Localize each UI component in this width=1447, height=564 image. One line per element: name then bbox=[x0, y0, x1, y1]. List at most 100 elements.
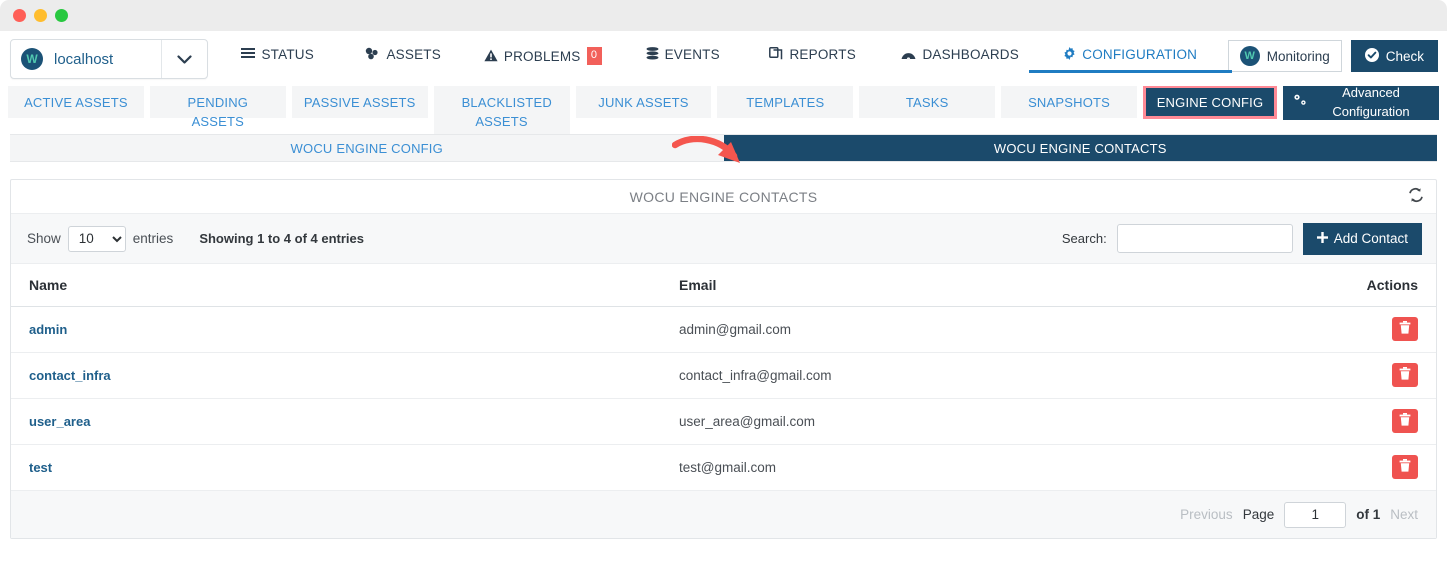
card-title: WOCU ENGINE CONTACTS bbox=[629, 188, 818, 205]
nav-item-dashboards[interactable]: DASHBOARDS bbox=[878, 47, 1043, 73]
window-minimize-button[interactable] bbox=[34, 9, 47, 22]
delete-contact-button[interactable] bbox=[1392, 363, 1418, 387]
nav-item-assets[interactable]: ASSETS bbox=[338, 47, 468, 73]
nav-item-label: EVENTS bbox=[664, 47, 720, 62]
show-label: Show bbox=[27, 231, 61, 246]
tab-pending-assets[interactable]: PENDING ASSETS bbox=[149, 86, 286, 129]
subtab-wocu-engine-config[interactable]: WOCU ENGINE CONFIG bbox=[10, 135, 724, 161]
table-row: user_area user_area@gmail.com bbox=[11, 398, 1436, 445]
nav-item-status[interactable]: STATUS bbox=[218, 47, 338, 73]
next-page-button[interactable]: Next bbox=[1390, 507, 1418, 522]
check-button[interactable]: Check bbox=[1350, 40, 1438, 72]
toolbar-right-group: Search: Add Contact bbox=[1062, 222, 1422, 255]
add-contact-button[interactable]: Add Contact bbox=[1302, 222, 1422, 255]
plus-icon bbox=[1316, 231, 1328, 246]
tab-tasks[interactable]: TASKS bbox=[859, 86, 996, 118]
tab-label: SNAPSHOTS bbox=[1028, 95, 1111, 110]
cell-actions bbox=[1329, 444, 1436, 491]
cell-name: admin bbox=[11, 306, 679, 353]
page-length-select[interactable]: 10 25 50 100 bbox=[67, 225, 126, 252]
contacts-table: Name Email Actions admin admin@gmail.com bbox=[11, 264, 1436, 491]
tab-junk-assets[interactable]: JUNK ASSETS bbox=[575, 86, 712, 118]
nav-item-label: ASSETS bbox=[386, 47, 441, 62]
nav-item-label: STATUS bbox=[261, 47, 314, 62]
table-head: Name Email Actions bbox=[11, 264, 1436, 307]
nav-item-label: PROBLEMS bbox=[503, 48, 581, 64]
database-icon bbox=[646, 47, 659, 62]
previous-page-button[interactable]: Previous bbox=[1180, 507, 1233, 522]
tab-blacklisted-assets[interactable]: BLACKLISTED ASSETS bbox=[433, 86, 570, 134]
warning-triangle-icon bbox=[484, 49, 498, 64]
contact-name-link[interactable]: user_area bbox=[29, 414, 90, 429]
window-titlebar bbox=[0, 0, 1447, 31]
card-header: WOCU ENGINE CONTACTS bbox=[11, 180, 1436, 214]
delete-contact-button[interactable] bbox=[1392, 455, 1418, 479]
page-length-group: Show 10 25 50 100 entries bbox=[27, 225, 174, 252]
search-input[interactable] bbox=[1116, 224, 1293, 253]
column-header-email[interactable]: Email bbox=[679, 264, 1329, 307]
tab-label: TASKS bbox=[905, 95, 949, 110]
cell-email: admin@gmail.com bbox=[679, 306, 1329, 353]
chevron-down-icon[interactable] bbox=[160, 40, 207, 78]
table-toolbar: Show 10 25 50 100 entries Showing 1 to 4… bbox=[11, 214, 1436, 264]
cell-name: contact_infra bbox=[11, 352, 679, 399]
column-header-actions: Actions bbox=[1329, 264, 1436, 307]
window-close-button[interactable] bbox=[13, 9, 26, 22]
contact-name-link[interactable]: admin bbox=[29, 322, 67, 337]
cell-name: user_area bbox=[11, 398, 679, 445]
engine-config-subtabs: WOCU ENGINE CONFIG WOCU ENGINE CONTACTS bbox=[10, 134, 1437, 162]
page-total-label: of 1 bbox=[1356, 507, 1381, 522]
tab-engine-config[interactable]: ENGINE CONFIG bbox=[1143, 85, 1277, 119]
table-row: admin admin@gmail.com bbox=[11, 306, 1436, 353]
trash-icon bbox=[1399, 459, 1411, 475]
org-selector[interactable]: localhost bbox=[10, 39, 208, 79]
nav-item-label: CONFIGURATION bbox=[1082, 47, 1198, 62]
contact-name-link[interactable]: test bbox=[29, 460, 52, 475]
tab-templates[interactable]: TEMPLATES bbox=[717, 86, 854, 118]
subtab-label: WOCU ENGINE CONFIG bbox=[290, 140, 443, 156]
tab-advanced-configuration[interactable]: Advanced Configuration bbox=[1283, 85, 1439, 120]
wocu-engine-contacts-card: WOCU ENGINE CONTACTS Show 10 25 50 100 e… bbox=[10, 179, 1437, 539]
problems-badge: 0 bbox=[586, 47, 602, 65]
page-label: Page bbox=[1242, 507, 1275, 522]
tab-label: ACTIVE ASSETS bbox=[24, 95, 128, 110]
main-navbar: localhost STATUS ASSETS PROBLEMS 0 bbox=[0, 31, 1447, 86]
window-maximize-button[interactable] bbox=[55, 9, 68, 22]
gear-icon bbox=[1063, 47, 1076, 62]
monitoring-button[interactable]: Monitoring bbox=[1227, 40, 1342, 72]
tab-label: BLACKLISTED ASSETS bbox=[461, 95, 552, 129]
entries-label: entries bbox=[132, 231, 174, 246]
configuration-tabstrip: ACTIVE ASSETS PENDING ASSETS PASSIVE ASS… bbox=[0, 85, 1447, 134]
page-number-input[interactable] bbox=[1284, 501, 1347, 528]
check-button-label: Check bbox=[1385, 48, 1424, 64]
nav-item-problems[interactable]: PROBLEMS 0 bbox=[468, 47, 618, 76]
contact-name-link[interactable]: contact_infra bbox=[29, 368, 111, 383]
dashboard-gauge-icon bbox=[901, 48, 916, 62]
org-selector-wrapper: localhost bbox=[0, 31, 218, 79]
column-header-name[interactable]: Name bbox=[11, 264, 679, 307]
table-header-row: Name Email Actions bbox=[11, 264, 1436, 307]
cell-actions bbox=[1329, 352, 1436, 399]
nav-item-reports[interactable]: REPORTS bbox=[748, 47, 878, 73]
table-pagination: Previous Page of 1 Next bbox=[11, 491, 1436, 538]
nav-item-configuration[interactable]: CONFIGURATION bbox=[1028, 47, 1232, 73]
subtab-wocu-engine-contacts[interactable]: WOCU ENGINE CONTACTS bbox=[723, 135, 1437, 161]
tab-snapshots[interactable]: SNAPSHOTS bbox=[1001, 86, 1137, 118]
nav-item-events[interactable]: EVENTS bbox=[618, 47, 748, 73]
wocu-logo-icon bbox=[1239, 46, 1260, 66]
table-row: test test@gmail.com bbox=[11, 444, 1436, 491]
refresh-sync-icon[interactable] bbox=[1408, 187, 1424, 207]
trash-icon bbox=[1399, 413, 1411, 429]
nav-item-label: DASHBOARDS bbox=[922, 47, 1019, 62]
list-bars-icon bbox=[241, 47, 256, 62]
cell-name: test bbox=[11, 444, 679, 491]
cell-email: user_area@gmail.com bbox=[679, 398, 1329, 445]
delete-contact-button[interactable] bbox=[1392, 317, 1418, 341]
tab-label: Advanced Configuration bbox=[1332, 85, 1410, 119]
tab-label: TEMPLATES bbox=[746, 95, 825, 110]
add-contact-label: Add Contact bbox=[1333, 231, 1408, 246]
tab-passive-assets[interactable]: PASSIVE ASSETS bbox=[291, 86, 428, 118]
delete-contact-button[interactable] bbox=[1392, 409, 1418, 433]
tab-active-assets[interactable]: ACTIVE ASSETS bbox=[8, 86, 144, 118]
cell-email: test@gmail.com bbox=[679, 444, 1329, 491]
